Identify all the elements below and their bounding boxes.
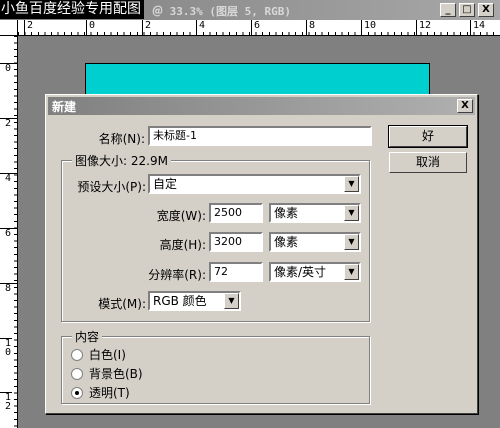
ruler-h-label: 10	[361, 20, 376, 36]
chevron-down-icon[interactable]: ▼	[224, 293, 239, 309]
chevron-down-icon[interactable]: ▼	[344, 264, 359, 280]
ruler-v-label: 2	[0, 118, 18, 129]
radio-button[interactable]	[71, 349, 83, 361]
width-input[interactable]: 2500	[209, 203, 263, 223]
ruler-v-label: 1 2	[0, 392, 12, 412]
height-unit-select[interactable]: 像素 ▼	[269, 232, 361, 252]
chevron-down-icon[interactable]: ▼	[344, 205, 359, 221]
image-size-group-title: 图像大小: 22.9M	[72, 152, 171, 169]
contents-option-transparent[interactable]: 透明(T)	[71, 384, 130, 400]
height-unit-value: 像素	[274, 235, 299, 249]
preset-value: 自定	[153, 177, 178, 191]
vertical-ruler[interactable]: 0 2 4 6 8 1 0 1 2	[0, 36, 18, 428]
ruler-h-label: 4	[196, 20, 205, 36]
ruler-h-label: 2	[24, 20, 33, 36]
ruler-v-label: 8	[0, 283, 18, 294]
contents-option-label: 透明(T)	[89, 386, 130, 400]
contents-option-label: 背景色(B)	[89, 367, 143, 381]
height-input[interactable]: 3200	[209, 232, 263, 252]
resolution-unit-select[interactable]: 像素/英寸 ▼	[269, 262, 361, 282]
ruler-v-label: 1 0	[0, 338, 12, 358]
ok-button[interactable]: 好	[388, 125, 468, 148]
dialog-close-button[interactable]: X	[457, 99, 473, 113]
window-close-button[interactable]: X	[478, 3, 494, 17]
ruler-h-label: 12	[416, 20, 431, 36]
dialog-title: 新建	[52, 100, 77, 114]
contents-option-white[interactable]: 白色(I)	[71, 346, 126, 362]
mode-select[interactable]: RGB 颜色 ▼	[148, 291, 241, 311]
minimize-button[interactable]: _	[440, 3, 456, 17]
maximize-button[interactable]: □	[459, 3, 475, 17]
new-document-dialog: 新建 X 名称(N): 未标题-1 好 取消 图像大小: 22.9M 预设大小(…	[45, 94, 478, 414]
ruler-h-label: 0	[86, 20, 95, 36]
ruler-h-label: 8	[306, 20, 315, 36]
name-label: 名称(N):	[98, 132, 145, 146]
resolution-label: 分辨率(R):	[148, 268, 206, 282]
contents-option-label: 白色(I)	[89, 348, 126, 362]
document-title: ＠ 33.3% (图层 5, RGB)	[152, 5, 291, 18]
ruler-h-label: 14	[470, 20, 485, 36]
chevron-down-icon[interactable]: ▼	[344, 234, 359, 250]
height-label: 高度(H):	[159, 238, 206, 252]
contents-group-title: 内容	[72, 328, 103, 345]
watermark-label: 小鱼百度经验专用配图	[0, 0, 144, 19]
chevron-down-icon[interactable]: ▼	[344, 176, 359, 192]
dialog-titlebar[interactable]: 新建 X	[48, 97, 475, 115]
ruler-h-label: 2	[142, 20, 151, 36]
ruler-v-label: 0	[0, 63, 18, 74]
contents-option-background[interactable]: 背景色(B)	[71, 365, 143, 381]
width-unit-value: 像素	[274, 206, 299, 220]
preset-select[interactable]: 自定 ▼	[148, 174, 361, 194]
cancel-button[interactable]: 取消	[389, 152, 467, 173]
ruler-v-label: 6	[0, 228, 18, 239]
radio-button-selected[interactable]	[71, 387, 83, 399]
ruler-corner[interactable]	[0, 20, 18, 36]
mode-label: 模式(M):	[98, 297, 146, 311]
mode-value: RGB 颜色	[153, 294, 207, 308]
horizontal-ruler[interactable]: 2 0 2 4 6 8 10 12 14	[18, 20, 500, 36]
width-unit-select[interactable]: 像素 ▼	[269, 203, 361, 223]
ruler-v-label: 4	[0, 173, 18, 184]
width-label: 宽度(W):	[156, 209, 206, 223]
resolution-input[interactable]: 72	[209, 262, 263, 282]
resolution-unit-value: 像素/英寸	[274, 265, 327, 279]
radio-button[interactable]	[71, 368, 83, 380]
ruler-h-label: 6	[251, 20, 260, 36]
name-input[interactable]: 未标题-1	[148, 126, 372, 146]
preset-label: 预设大小(P):	[77, 180, 146, 194]
